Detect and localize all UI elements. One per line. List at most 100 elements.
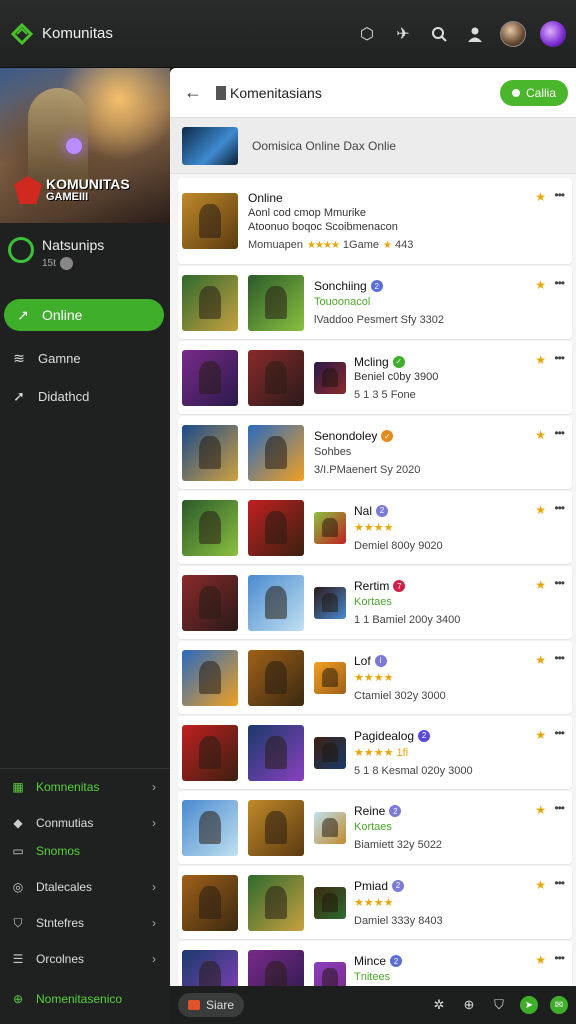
game-thumbnail[interactable] — [182, 799, 238, 856]
game-thumbnail[interactable] — [248, 574, 304, 631]
card-title: Senondoley — [314, 429, 378, 443]
verified-badge-icon: 2 — [392, 879, 405, 892]
game-thumbnail-small[interactable] — [314, 811, 346, 844]
game-thumbnail[interactable] — [182, 499, 238, 556]
game-thumbnail-small[interactable] — [314, 661, 346, 694]
game-thumbnail[interactable] — [248, 424, 304, 481]
star-icon[interactable]: ★ — [535, 803, 546, 817]
game-thumbnail[interactable] — [182, 274, 238, 331]
game-thumbnail-small[interactable] — [314, 886, 346, 919]
game-thumbnail[interactable] — [182, 193, 238, 249]
game-thumbnail[interactable] — [182, 349, 238, 406]
star-icon[interactable]: ★ — [535, 428, 546, 442]
list-item[interactable]: Rertim 7 Kortaes 1 1 Bamiel 200y 3400 ★ ••• — [178, 566, 572, 639]
star-icon[interactable]: ★ — [535, 953, 546, 967]
game-thumbnail[interactable] — [182, 949, 238, 986]
game-thumbnail[interactable] — [248, 799, 304, 856]
star-icon[interactable]: ★ — [535, 190, 546, 204]
game-thumbnail-small[interactable] — [314, 736, 346, 769]
send-icon[interactable]: ➤ — [520, 996, 538, 1014]
game-thumbnail[interactable] — [248, 499, 304, 556]
card-description: Beniel c0by 3900 — [354, 370, 439, 383]
list-item[interactable]: Senondoley ✓ Sohbes 3/I.PMaenert Sy 2020 ★ ••… — [178, 416, 572, 489]
star-icon[interactable]: ★ — [535, 578, 546, 592]
nav-online[interactable]: ↗ Online — [4, 299, 164, 331]
share-button[interactable]: Siare — [178, 993, 245, 1017]
avatar[interactable] — [500, 20, 526, 47]
sidebar-item-komnenitas[interactable]: ▦ Komnenitas › — [0, 769, 170, 805]
game-thumbnail[interactable] — [182, 574, 238, 631]
more-icon[interactable]: ••• — [554, 276, 565, 290]
game-thumbnail[interactable] — [248, 949, 304, 986]
more-icon[interactable]: ••• — [554, 576, 565, 590]
star-icon[interactable]: ★ — [535, 278, 546, 292]
star-icon[interactable]: ★ — [535, 728, 546, 742]
game-thumbnail[interactable] — [248, 649, 304, 706]
more-icon[interactable]: ••• — [554, 426, 565, 440]
profile-avatar[interactable] — [540, 20, 566, 47]
search-icon[interactable] — [428, 23, 450, 45]
game-thumbnail-small[interactable] — [314, 586, 346, 619]
grid-icon: ▦ — [12, 780, 24, 794]
list-item[interactable]: Nal 2 ★★★★ Demiel 800y 9020 ★ ••• — [178, 491, 572, 564]
back-arrow-icon[interactable]: ← — [184, 82, 202, 103]
game-thumbnail[interactable] — [182, 874, 238, 931]
more-icon[interactable]: ••• — [554, 876, 565, 890]
star-icon[interactable]: ★ — [535, 503, 546, 517]
page-title: Komenitasians — [230, 84, 322, 101]
featured-row[interactable]: Oomisica Online Dax Onlie — [170, 118, 576, 174]
list-item[interactable]: Sonchiing 2 Touoonacol lVaddoo Pesmert Sfy … — [178, 266, 572, 339]
sidebar-item-label: Snomos — [36, 844, 81, 858]
game-thumbnail[interactable] — [248, 349, 304, 406]
more-icon[interactable]: ••• — [554, 801, 565, 815]
game-thumbnail-small[interactable] — [314, 961, 346, 986]
sidebar-item-stntefres[interactable]: ⛉ Stntefres › — [0, 905, 170, 941]
game-banner[interactable]: KOMUNITAS GAMEIII — [0, 68, 170, 223]
shield-icon[interactable]: ⛉ — [490, 996, 508, 1014]
game-thumbnail-small[interactable] — [314, 511, 346, 544]
game-list: Online Aonl cod cmop Mmurike Atoonuo boqoc… — [170, 174, 576, 986]
more-icon[interactable]: ••• — [554, 351, 565, 365]
sidebar-item-dtalecales[interactable]: ◎ Dtalecales › — [0, 869, 170, 905]
pin-icon[interactable]: ✈ — [392, 23, 414, 45]
nav-game[interactable]: ≋ Gamne — [0, 339, 170, 377]
list-item[interactable]: Reine 2 Kortaes Biamiett 32y 5022 ★ ••• — [178, 791, 572, 864]
sidebar-item-snomos[interactable]: ▭ Snomos — [0, 841, 170, 861]
nav-didathcd[interactable]: ➚ Didathcd — [0, 377, 170, 415]
globe-icon: ⊕ — [12, 992, 24, 1006]
user-status[interactable]: Natsunips 15t — [0, 223, 170, 291]
sidebar-item-orcolnes[interactable]: ☰ Orcolnes › — [0, 941, 170, 977]
sidebar-item-nomenitasenico[interactable]: ⊕ Nomenitasenico — [0, 981, 170, 1017]
star-icon[interactable]: ★ — [535, 878, 546, 892]
game-thumbnail[interactable] — [248, 874, 304, 931]
sidebar-item-conmutias[interactable]: ◆ Conmutias › — [0, 805, 170, 841]
game-thumbnail[interactable] — [248, 274, 304, 331]
game-thumbnail-small[interactable] — [314, 361, 346, 394]
call-button[interactable]: Callia — [499, 79, 568, 106]
more-icon[interactable]: ••• — [554, 501, 565, 515]
more-icon[interactable]: ••• — [554, 726, 565, 740]
star-icon[interactable]: ★ — [535, 353, 546, 367]
list-item[interactable]: Pagidealog 2 ★★★★ 1fi 5 1 8 Kesmal 020y 300… — [178, 716, 572, 789]
list-item[interactable]: Mince2TniteesBelmie 3 35y 3002★••• — [178, 941, 572, 986]
list-item[interactable]: Online Aonl cod cmop Mmurike Atoonuo boqoc… — [178, 178, 572, 264]
game-thumbnail[interactable] — [248, 724, 304, 781]
settings-icon[interactable]: ✲ — [430, 996, 448, 1014]
star-icon[interactable]: ★ — [535, 653, 546, 667]
game-thumbnail[interactable] — [182, 724, 238, 781]
more-icon[interactable]: ••• — [554, 951, 565, 965]
game-thumbnail[interactable] — [182, 424, 238, 481]
game-thumbnail[interactable] — [182, 649, 238, 706]
more-icon[interactable]: ••• — [554, 651, 565, 665]
online-status-icon — [8, 237, 34, 263]
list-item[interactable]: Lof i ★★★★ Ctamiel 302y 3000 ★ ••• — [178, 641, 572, 714]
verified-badge-icon: 2 — [376, 504, 389, 517]
globe-icon[interactable]: ⊕ — [460, 996, 478, 1014]
user-icon[interactable] — [464, 23, 486, 45]
cube-icon: ◆ — [13, 816, 23, 830]
list-item[interactable]: Mcling ✓ Beniel c0by 3900 5 1 3 5 Fone ★ ••• — [178, 341, 572, 414]
list-item[interactable]: Pmiad 2 ★★★★ Damiel 333y 8403 ★ ••• — [178, 866, 572, 939]
shield-icon[interactable]: ⬡ — [356, 23, 378, 45]
more-icon[interactable]: ••• — [554, 188, 565, 202]
chat-icon[interactable]: ✉ — [550, 996, 568, 1014]
